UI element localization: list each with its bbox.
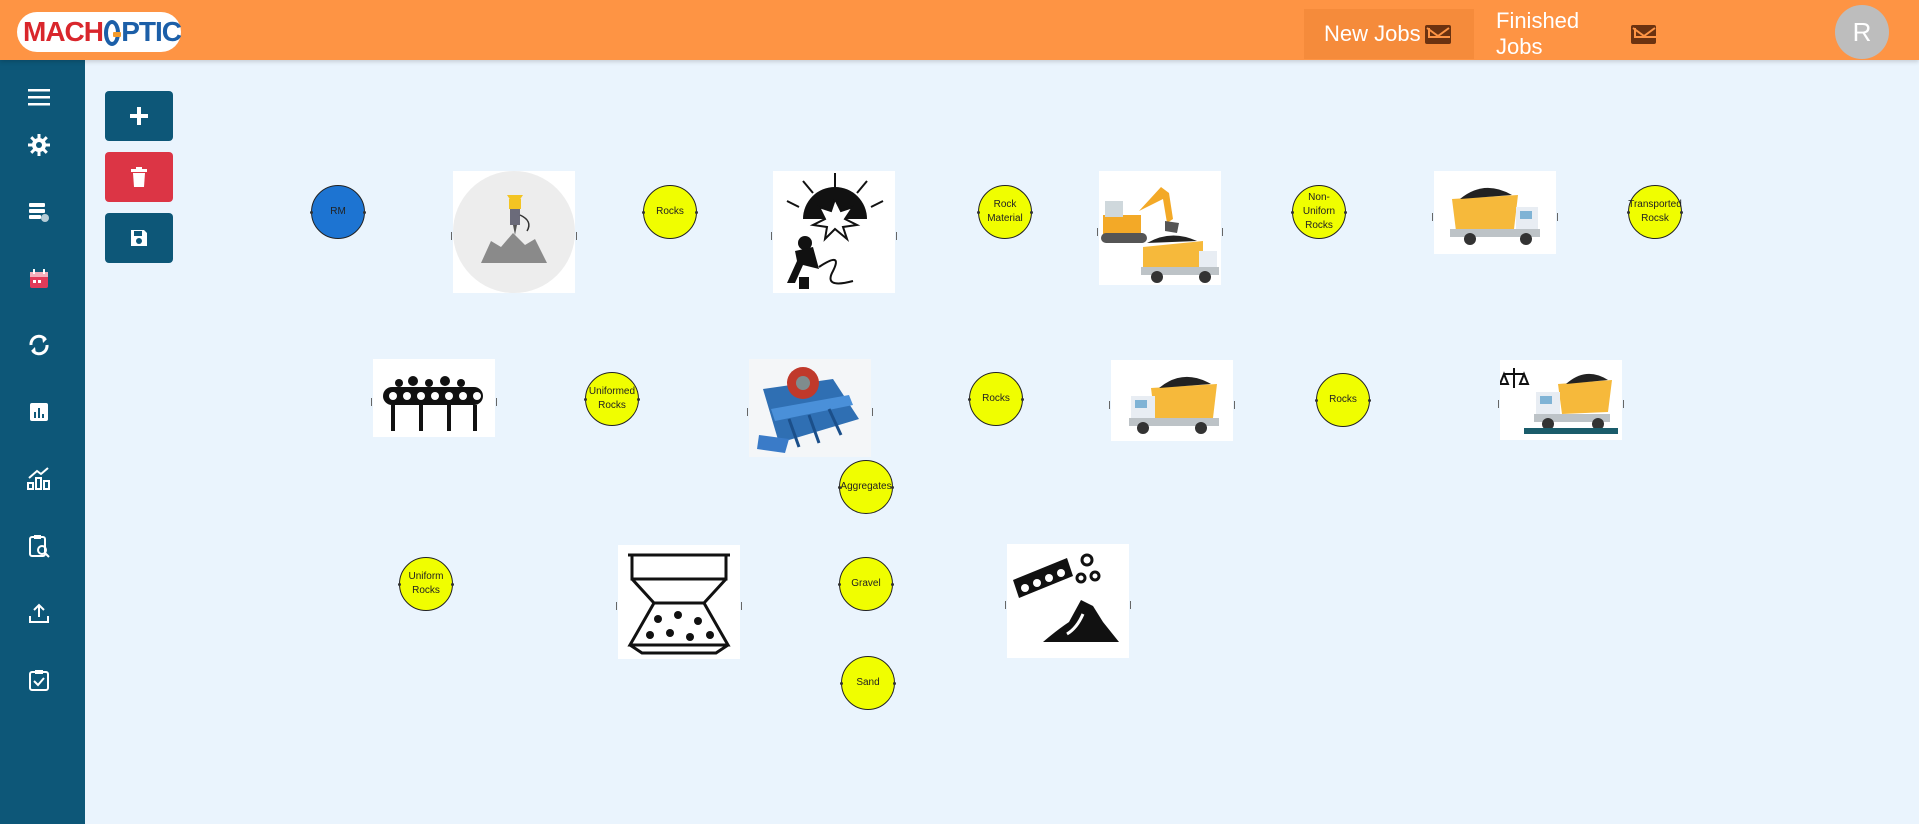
checklist-icon[interactable] [26,667,52,693]
cone-crusher-icon [627,553,731,655]
delete-node-button[interactable] [105,152,173,202]
calendar-icon[interactable] [26,266,52,292]
process-node-screening[interactable] [616,545,742,659]
node-label: Uniform Rocks [408,571,444,596]
node-label: Transported Rocsk [1628,199,1682,224]
node-label: Rock Material [987,199,1023,224]
flow-node-rocks-1[interactable]: Rocks [642,185,698,239]
node-label: Uniformed Rocks [588,386,636,411]
chart-icon[interactable] [26,466,52,492]
top-bar: MACH PTIC New Jobs Finished Jobs R [0,0,1919,60]
flow-node-rock-material[interactable]: Rock Material [977,185,1033,239]
clipboard-search-icon[interactable] [26,533,52,559]
node-label: Rocks [982,393,1010,404]
process-node-haul[interactable] [1109,360,1235,441]
trash-icon [131,167,147,187]
process-node-transport[interactable] [1432,171,1558,254]
plus-icon [130,107,148,125]
process-node-loading[interactable] [1097,171,1223,285]
process-node-drilling[interactable] [451,171,577,293]
flow-node-rm[interactable]: RM [310,185,366,239]
settings-icon[interactable] [26,132,52,158]
dump-truck-icon [1450,187,1540,245]
flow-node-uniform-rocks[interactable]: Uniform Rocks [398,557,454,611]
process-node-stockpile[interactable] [1005,544,1131,658]
tab-new-jobs[interactable]: New Jobs [1304,9,1474,59]
stockpile-conveyor-icon [1013,553,1119,642]
save-flow-button[interactable] [105,213,173,263]
conveyor-icon [383,376,483,431]
upload-icon[interactable] [26,600,52,626]
floppy-icon [131,230,147,246]
add-node-button[interactable] [105,91,173,141]
flow-node-sand[interactable]: Sand [840,656,896,710]
menu-icon[interactable] [26,84,52,110]
rock-drill-icon [453,171,575,293]
process-node-conveyor[interactable] [371,359,497,437]
flow-node-transported-rocks[interactable]: Transported Rocsk [1627,185,1683,239]
machoptic-logo[interactable]: MACH PTIC [17,12,182,52]
report-icon[interactable] [26,399,52,425]
logo-o-icon [104,20,122,46]
tab-finished-jobs-label: Finished Jobs [1496,8,1580,59]
avatar-initial: R [1852,16,1872,47]
flow-node-rocks-2[interactable]: Rocks [968,372,1024,426]
node-label: Gravel [851,578,881,589]
dump-truck-icon [1129,376,1219,434]
node-label: Rocks [656,206,684,217]
envelope-icon [1630,24,1656,44]
tab-new-jobs-label: New Jobs [1324,21,1421,46]
node-label: Non-Uniforn Rocks [1302,192,1336,231]
sidebar [0,60,85,824]
excavator-truck-icon [1101,187,1219,283]
sync-icon[interactable] [26,332,52,358]
database-icon[interactable] [26,199,52,225]
process-node-blasting[interactable] [771,171,897,293]
flow-node-rocks-3[interactable]: Rocks [1315,373,1371,427]
envelope-icon [1424,24,1451,44]
flow-node-uniformed-rocks[interactable]: Uniformed Rocks [584,372,640,426]
process-node-weighbridge[interactable] [1498,360,1624,440]
user-avatar[interactable]: R [1835,5,1889,59]
flow-node-non-uniform-rocks[interactable]: Non-Uniforn Rocks [1291,185,1347,239]
crusher-machine-icon [749,359,871,457]
weighbridge-truck-icon [1500,368,1618,434]
tab-finished-jobs[interactable]: Finished Jobs [1476,8,1676,59]
flow-node-aggregates[interactable]: Aggregates [838,460,894,514]
node-label: Sand [856,677,880,688]
node-label: Aggregates [840,481,892,492]
node-label: RM [330,206,346,217]
logo-text-optic: PTIC [121,16,182,47]
node-label: Rocks [1329,394,1357,405]
flow-node-gravel[interactable]: Gravel [838,557,894,611]
logo-text-mach: MACH [23,16,104,47]
blasting-icon [786,173,884,289]
process-node-crusher[interactable] [747,359,873,457]
